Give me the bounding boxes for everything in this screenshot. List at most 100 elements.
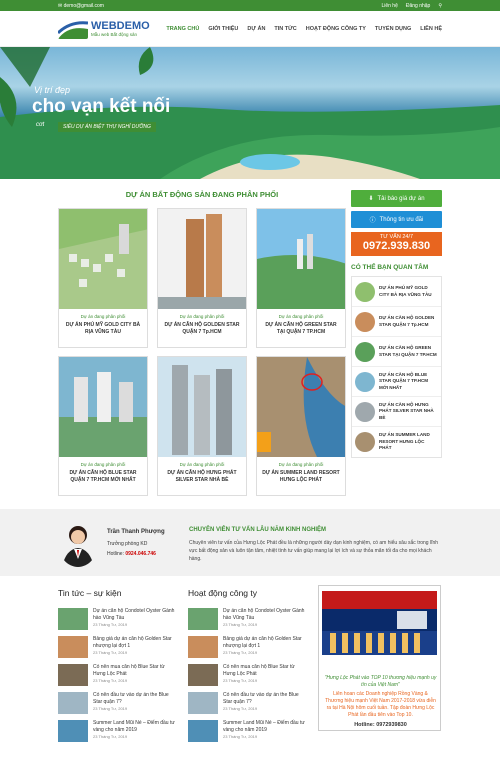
interest-item[interactable]: DỰ ÁN CĂN HỘ GREEN STAR TẠI QUẬN 7 TP.HC… bbox=[352, 337, 441, 367]
contact-link[interactable]: Liên hệ bbox=[381, 3, 397, 9]
project-card[interactable]: Dự án đang phân phối DỰ ÁN CĂN HỘ HƯNG P… bbox=[157, 356, 247, 496]
nav-home[interactable]: TRANG CHỦ bbox=[166, 26, 199, 32]
project-image bbox=[257, 357, 345, 457]
activity-title: Hoạt động công ty bbox=[188, 588, 257, 598]
project-name[interactable]: DỰ ÁN PHÚ MỸ GOLD CITY BÀ RỊA VŨNG TÀU bbox=[59, 319, 147, 339]
interest-thumb bbox=[355, 311, 375, 332]
offer-info-button[interactable]: ⓘ Thông tin ưu đãi bbox=[351, 211, 442, 228]
activity-thumb bbox=[188, 608, 218, 630]
consultant-name: Trần Thanh Phượng bbox=[107, 529, 165, 535]
interest-item[interactable]: DỰ ÁN CĂN HỘ GOLDEN STAR QUẬN 7 Tp.HCM bbox=[352, 307, 441, 337]
activity-thumb bbox=[188, 664, 218, 686]
logo-tagline: Mẫu web Bất động sản bbox=[91, 31, 138, 37]
nav-projects[interactable]: DỰ ÁN bbox=[247, 26, 265, 32]
activity-item[interactable]: Bảng giá dự án căn hộ Golden Star nhượng… bbox=[188, 636, 308, 660]
activity-section: Hoạt động công ty Dự án căn hộ Condotel … bbox=[188, 588, 308, 748]
interest-thumb bbox=[355, 341, 375, 362]
interest-item[interactable]: DỰ ÁN PHÚ MỸ GOLD CITY BÀ RỊA VŨNG TÀU bbox=[352, 277, 441, 307]
news-thumb bbox=[58, 636, 88, 658]
project-card[interactable]: Dự án đang phân phối DỰ ÁN PHÚ MỸ GOLD C… bbox=[58, 208, 148, 348]
nav-contact[interactable]: LIÊN HỆ bbox=[420, 26, 442, 32]
interest-item[interactable]: DỰ ÁN CĂN HỘ BLUE STAR QUẬN 7 TP.HCM MỚI… bbox=[352, 367, 441, 397]
news-thumb bbox=[58, 608, 88, 630]
hero-line-2: cho vạn kết nối bbox=[32, 96, 171, 117]
project-card[interactable]: Dự án đang phân phối DỰ ÁN CĂN HỘ GREEN … bbox=[256, 208, 346, 348]
project-card[interactable]: Dự án đang phân phối DỰ ÁN CĂN HỘ GOLDEN… bbox=[157, 208, 247, 348]
project-name[interactable]: DỰ ÁN CĂN HỘ GREEN STAR TẠI QUẬN 7 TP.HC… bbox=[257, 319, 345, 339]
hero-line-3: SIÊU DỰ ÁN BIỆT THỰ NGHỈ DƯỠNG bbox=[58, 122, 156, 132]
activity-thumb bbox=[188, 720, 218, 742]
main-nav: TRANG CHỦ GIỚI THIỆU DỰ ÁN TIN TỨC HOẠT … bbox=[166, 26, 442, 32]
activity-thumb bbox=[188, 692, 218, 714]
news-item[interactable]: Có nên đầu tư vào dự án the Blue Star qu… bbox=[58, 692, 178, 716]
award-hotline[interactable]: Hotline: 0972939830 bbox=[324, 722, 437, 728]
project-name[interactable]: DỰ ÁN SUMMER LAND RESORT HƯNG LỘC PHÁT bbox=[257, 467, 345, 487]
project-image bbox=[257, 209, 345, 309]
hotline-box[interactable]: TƯ VẤN 24/7 0972.939.830 bbox=[351, 232, 442, 256]
interest-list: DỰ ÁN PHÚ MỸ GOLD CITY BÀ RỊA VŨNG TÀU D… bbox=[351, 276, 442, 458]
project-name[interactable]: DỰ ÁN CĂN HỘ HƯNG PHÁT SILVER STAR NHÀ B… bbox=[158, 467, 246, 487]
hero-banner[interactable]: Vị trí đẹp cho vạn kết nối cơt SIÊU DỰ Á… bbox=[0, 47, 500, 179]
news-item[interactable]: Bảng giá dự án căn hộ Golden Star nhượng… bbox=[58, 636, 178, 660]
interest-title: CÓ THỂ BẠN QUAN TÂM bbox=[351, 264, 429, 271]
download-price-button[interactable]: ⬇ Tải báo giá dự án bbox=[351, 190, 442, 207]
interest-thumb bbox=[355, 371, 375, 392]
project-image bbox=[59, 357, 147, 457]
project-image bbox=[59, 209, 147, 309]
news-section: Tin tức – sự kiện Dự án căn hộ Condotel … bbox=[58, 588, 178, 748]
consultant-title: CHUYÊN VIÊN TƯ VẤN LÂU NĂM KINH NGHIỆM bbox=[189, 527, 326, 533]
interest-thumb bbox=[355, 432, 375, 452]
email-contact[interactable]: ✉ demo@gmail.com bbox=[58, 3, 104, 9]
news-title: Tin tức – sự kiện bbox=[58, 588, 122, 598]
nav-activities[interactable]: HOẠT ĐỘNG CÔNG TY bbox=[306, 26, 366, 32]
download-icon: ⬇ bbox=[368, 196, 374, 202]
consultant-avatar bbox=[58, 519, 98, 567]
consultant-section: Trần Thanh Phượng Trưởng phòng KD Hotlin… bbox=[0, 509, 500, 576]
interest-thumb bbox=[355, 281, 375, 302]
projects-section: DỰ ÁN BẤT ĐỘNG SẢN ĐANG PHÂN PHỐI Dự án … bbox=[58, 190, 346, 496]
top-bar: ✉ demo@gmail.com Liên hệ Đăng nhập ⚲ bbox=[0, 0, 500, 11]
activity-thumb bbox=[188, 636, 218, 658]
sidebar: ⬇ Tải báo giá dự án ⓘ Thông tin ưu đãi TƯ … bbox=[351, 190, 442, 458]
consultant-description: Chuyên viên tư vấn của Hưng Lộc Phát đều… bbox=[189, 540, 439, 562]
nav-about[interactable]: GIỚI THIỆU bbox=[208, 26, 238, 32]
activity-item[interactable]: Summer Land Mũi Né – Điểm đầu tư vàng ch… bbox=[188, 720, 308, 744]
award-quote: "Hưng Lộc Phát vào TOP 10 thương hiệu mạ… bbox=[324, 675, 437, 688]
news-thumb bbox=[58, 720, 88, 742]
project-image bbox=[158, 209, 246, 309]
consultant-role: Trưởng phòng KD bbox=[107, 541, 148, 547]
header: WEBDEMO Mẫu web Bất động sản TRANG CHỦ G… bbox=[0, 11, 500, 47]
news-item[interactable]: Summer Land Mũi Né – Điểm đầu tư vàng ch… bbox=[58, 720, 178, 744]
news-thumb bbox=[58, 692, 88, 714]
project-name[interactable]: DỰ ÁN CĂN HỘ GOLDEN STAR QUẬN 7 Tp.HCM bbox=[158, 319, 246, 339]
activity-item[interactable]: Có nên đầu tư vào dự án the Blue Star qu… bbox=[188, 692, 308, 716]
interest-item[interactable]: DỰ ÁN CĂN HỘ HƯNG PHÁT SILVER STAR NHÀ B… bbox=[352, 397, 441, 427]
award-photo[interactable] bbox=[322, 591, 437, 655]
interest-item[interactable]: DỰ ÁN SUMMER LAND RESORT HƯNG LỘC PHÁT bbox=[352, 427, 441, 457]
logo[interactable]: WEBDEMO Mẫu web Bất động sản bbox=[58, 18, 150, 39]
award-box: "Hưng Lộc Phát vào TOP 10 thương hiệu mạ… bbox=[318, 585, 441, 731]
project-image bbox=[158, 357, 246, 457]
news-item[interactable]: Dự án căn hộ Condotel Oyster Gành hào Vũ… bbox=[58, 608, 178, 632]
activity-item[interactable]: Dự án căn hộ Condotel Oyster Gành hào Vũ… bbox=[188, 608, 308, 632]
project-card[interactable]: Dự án đang phân phối DỰ ÁN SUMMER LAND R… bbox=[256, 356, 346, 496]
hotline-number: 0972.939.830 bbox=[362, 240, 431, 252]
logo-name: WEBDEMO bbox=[91, 19, 150, 32]
interest-thumb bbox=[355, 401, 375, 422]
search-icon[interactable]: ⚲ bbox=[438, 3, 442, 9]
project-card[interactable]: Dự án đang phân phối DỰ ÁN CĂN HỘ BLUE S… bbox=[58, 356, 148, 496]
news-thumb bbox=[58, 664, 88, 686]
info-icon: ⓘ bbox=[369, 218, 376, 224]
award-description: Liên hoan các Doanh nghiệp Rồng Vàng & T… bbox=[325, 691, 436, 718]
news-item[interactable]: Có nên mua căn hộ Blue Star từ Hưng Lộc … bbox=[58, 664, 178, 688]
hero-line-3-prefix: cơt bbox=[36, 122, 45, 128]
hero-line-1: Vị trí đẹp bbox=[34, 85, 71, 95]
activity-item[interactable]: Có nên mua căn hộ Blue Star từ Hưng Lộc … bbox=[188, 664, 308, 688]
nav-recruitment[interactable]: TUYỂN DỤNG bbox=[375, 26, 411, 32]
logo-mark bbox=[58, 18, 88, 39]
projects-title: DỰ ÁN BẤT ĐỘNG SẢN ĐANG PHÂN PHỐI bbox=[125, 190, 279, 199]
consultant-hotline[interactable]: Hotline: 0924.046.746 bbox=[107, 551, 156, 557]
nav-news[interactable]: TIN TỨC bbox=[274, 26, 296, 32]
project-name[interactable]: DỰ ÁN CĂN HỘ BLUE STAR QUẬN 7 TP.HCM MỚI… bbox=[59, 467, 147, 487]
login-link[interactable]: Đăng nhập bbox=[406, 3, 430, 9]
